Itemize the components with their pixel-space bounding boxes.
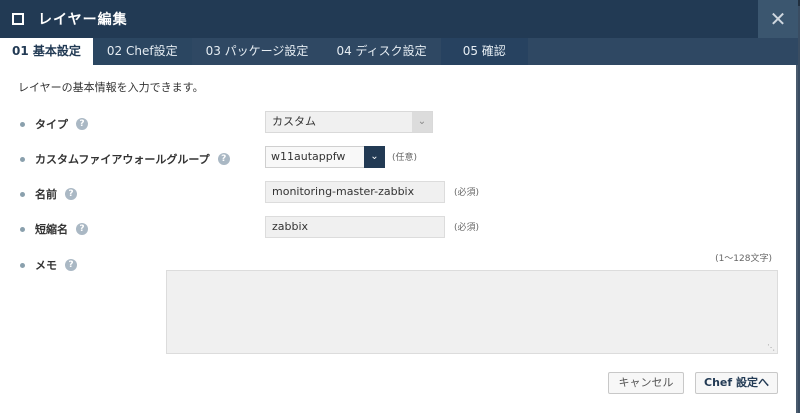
- tab-package-settings[interactable]: 03 パッケージ設定: [192, 38, 323, 65]
- name-label: 名前: [35, 188, 57, 201]
- row-name: 名前 ? monitoring-master-zabbix (必須): [0, 181, 798, 205]
- shortname-label: 短縮名: [35, 223, 68, 236]
- layer-edit-dialog: レイヤー編集 ✕ 01 基本設定 02 Chef設定 03 パッケージ設定 04…: [0, 0, 798, 413]
- resize-handle-icon[interactable]: ⋱: [767, 343, 775, 352]
- next-chef-settings-button[interactable]: Chef 設定へ: [695, 372, 778, 394]
- memo-length-note: (1～128文字): [715, 254, 772, 264]
- type-label: タイプ: [35, 118, 68, 131]
- required-note: (必須): [454, 188, 480, 198]
- tab-disk-settings[interactable]: 04 ディスク設定: [322, 38, 440, 65]
- bullet-icon: [20, 226, 25, 232]
- row-firewall: カスタムファイアウォールグループ ? w11autappfw ⌄ (任意): [0, 146, 798, 170]
- firewall-label: カスタムファイアウォールグループ: [35, 153, 210, 166]
- dialog-titlebar: レイヤー編集 ✕: [0, 0, 798, 38]
- help-icon[interactable]: ?: [76, 118, 88, 130]
- help-icon[interactable]: ?: [65, 259, 77, 271]
- window-icon: [12, 13, 24, 25]
- shortname-input[interactable]: zabbix: [265, 216, 445, 238]
- chevron-down-icon: ⌄: [364, 146, 385, 168]
- row-shortname: 短縮名 ? zabbix (必須): [0, 216, 798, 240]
- firewall-select-value: w11autappfw: [271, 150, 346, 163]
- bullet-icon: [20, 191, 25, 197]
- form-content: レイヤーの基本情報を入力できます。 タイプ ? カスタム ⌄ カスタムファイアウ…: [0, 65, 798, 413]
- help-icon[interactable]: ?: [76, 223, 88, 235]
- optional-note: (任意): [392, 153, 418, 163]
- row-type: タイプ ? カスタム ⌄: [0, 111, 798, 135]
- type-select[interactable]: カスタム ⌄: [265, 111, 433, 133]
- help-icon[interactable]: ?: [217, 153, 230, 165]
- intro-text: レイヤーの基本情報を入力できます。: [18, 81, 204, 94]
- required-note: (必須): [454, 223, 480, 233]
- firewall-select[interactable]: w11autappfw ⌄: [265, 146, 385, 168]
- tab-chef-settings[interactable]: 02 Chef設定: [92, 38, 192, 65]
- cancel-button[interactable]: キャンセル: [608, 372, 684, 394]
- memo-textarea[interactable]: ⋱: [166, 270, 778, 354]
- close-icon[interactable]: ✕: [758, 0, 798, 38]
- tab-bar: 01 基本設定 02 Chef設定 03 パッケージ設定 04 ディスク設定 0…: [0, 38, 798, 65]
- tab-confirm[interactable]: 05 確認: [440, 38, 528, 65]
- memo-label: メモ: [35, 259, 57, 272]
- tab-basic-settings[interactable]: 01 基本設定: [0, 38, 93, 65]
- chevron-down-icon: ⌄: [412, 112, 432, 132]
- help-icon[interactable]: ?: [65, 188, 77, 200]
- bullet-icon: [20, 156, 25, 162]
- bullet-icon: [20, 262, 25, 268]
- name-input[interactable]: monitoring-master-zabbix: [265, 181, 445, 203]
- dialog-title: レイヤー編集: [38, 12, 128, 28]
- type-select-value: カスタム: [272, 115, 316, 128]
- bullet-icon: [20, 121, 25, 127]
